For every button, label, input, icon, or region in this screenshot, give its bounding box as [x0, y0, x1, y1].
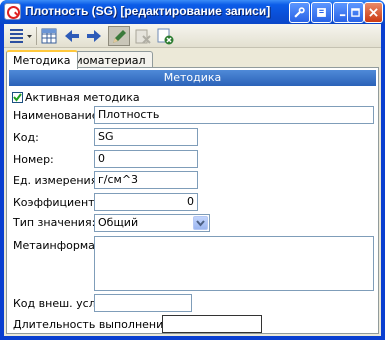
maximize-button[interactable] [347, 2, 364, 23]
dropdown-button[interactable] [193, 216, 208, 230]
book-icon [317, 8, 326, 17]
unit-label: Ед. измерения: [13, 174, 102, 187]
number-label: Номер: [13, 153, 54, 166]
name-label: Наименование: [13, 109, 103, 122]
unit-field[interactable]: г/см^3 [94, 171, 198, 189]
ext-code-field[interactable] [94, 294, 192, 312]
arrow-right-icon [87, 30, 101, 42]
toolbar [4, 24, 381, 48]
value-type-selected: Общий [98, 216, 139, 229]
close-record-icon [157, 28, 174, 45]
close-record-button[interactable] [155, 26, 175, 46]
table-button[interactable] [39, 26, 59, 46]
delete-icon [135, 29, 151, 44]
meta-textarea[interactable] [94, 236, 374, 291]
close-icon [369, 8, 378, 17]
chevron-down-icon [196, 220, 205, 227]
pen-icon [113, 30, 126, 43]
code-field[interactable]: SG [94, 128, 198, 146]
arrow-left-icon [65, 30, 79, 42]
close-button[interactable] [364, 2, 383, 23]
active-checkbox[interactable] [12, 92, 23, 103]
app-window: Плотность (SG) [редактирование записи] М… [0, 0, 385, 340]
coefficient-label: Коэффициент: [13, 196, 99, 209]
window-title: Плотность (SG) [редактирование записи] [25, 4, 271, 18]
value-type-label: Тип значения: [13, 216, 96, 229]
delete-button[interactable] [133, 26, 153, 46]
method-panel: Методика Активная методика Наименование:… [6, 67, 379, 334]
tools-button[interactable] [289, 2, 310, 23]
wrench-icon [294, 7, 305, 18]
table-icon [41, 28, 57, 44]
duration-field[interactable] [162, 315, 262, 333]
list-menu-button[interactable] [8, 26, 34, 46]
tab-method[interactable]: Методика [6, 50, 78, 69]
name-field[interactable]: Плотность [94, 106, 374, 124]
code-label: Код: [13, 131, 39, 144]
title-bar[interactable]: Плотность (SG) [редактирование записи] [0, 0, 385, 24]
help-button[interactable] [311, 2, 332, 23]
app-icon [4, 3, 21, 20]
client-area: Методика Биоматериал Методика Активная м… [4, 24, 381, 336]
list-menu-icon [10, 29, 32, 43]
edit-button[interactable] [108, 26, 130, 46]
maximize-icon [351, 8, 360, 17]
coefficient-field[interactable]: 0 [94, 193, 198, 211]
number-field[interactable]: 0 [94, 150, 198, 168]
forward-button[interactable] [84, 26, 104, 46]
toolbar-separator [36, 27, 37, 45]
checkmark-icon [13, 93, 22, 102]
active-checkbox-label: Активная методика [25, 91, 140, 104]
section-header: Методика [9, 70, 376, 86]
value-type-select[interactable]: Общий [94, 214, 210, 232]
tab-strip: Методика Биоматериал [4, 50, 381, 69]
back-button[interactable] [62, 26, 82, 46]
